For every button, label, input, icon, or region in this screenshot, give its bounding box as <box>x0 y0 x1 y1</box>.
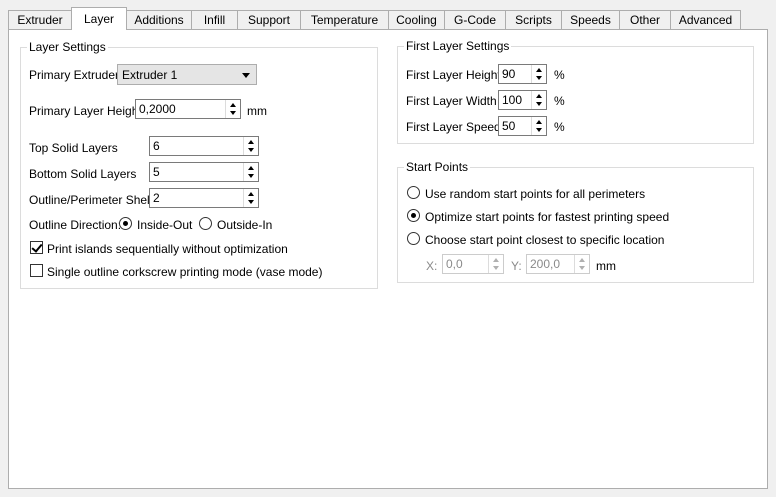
vase-mode-label[interactable]: Single outline corkscrew printing mode (… <box>47 265 322 279</box>
spin-down-icon[interactable] <box>226 109 240 118</box>
inside-out-radio[interactable] <box>119 217 132 230</box>
layer-settings-title: Layer Settings <box>27 40 108 54</box>
primary-layer-height-spinbox[interactable]: 0,2000 <box>135 99 241 119</box>
primary-extruder-select[interactable]: Extruder 1 <box>117 64 257 85</box>
spin-buttons <box>243 137 258 155</box>
spin-down-icon[interactable] <box>532 100 546 109</box>
outside-in-label[interactable]: Outside-In <box>217 218 272 232</box>
spin-up-icon[interactable] <box>532 65 546 74</box>
vase-mode-checkbox[interactable] <box>30 264 43 277</box>
first-layer-width-label: First Layer Width <box>406 94 497 108</box>
inside-out-label[interactable]: Inside-Out <box>137 218 192 232</box>
spin-buttons <box>531 91 546 109</box>
optimize-start-label[interactable]: Optimize start points for fastest printi… <box>425 210 669 224</box>
primary-extruder-label: Primary Extruder <box>29 68 120 82</box>
tab-extruder[interactable]: Extruder <box>8 10 72 29</box>
bottom-solid-layers-label: Bottom Solid Layers <box>29 167 137 181</box>
first-layer-settings-title: First Layer Settings <box>404 39 512 53</box>
spin-down-icon[interactable] <box>532 126 546 135</box>
closest-start-label[interactable]: Choose start point closest to specific l… <box>425 233 664 247</box>
spin-buttons <box>574 255 589 273</box>
spin-buttons <box>531 65 546 83</box>
spin-up-icon[interactable] <box>489 255 503 264</box>
spin-up-icon[interactable] <box>226 100 240 109</box>
tab-layer[interactable]: Layer <box>71 7 127 30</box>
coordinate-unit: mm <box>596 259 616 273</box>
top-solid-layers-label: Top Solid Layers <box>29 141 118 155</box>
first-layer-speed-unit: % <box>554 120 565 134</box>
layer-settings-group: Layer Settings Primary Extruder Extruder… <box>20 40 378 289</box>
first-layer-speed-value: 50 <box>502 119 516 133</box>
spin-down-icon[interactable] <box>575 264 589 273</box>
tab-temperature[interactable]: Temperature <box>300 10 389 29</box>
bottom-solid-layers-spinbox[interactable]: 5 <box>149 162 259 182</box>
top-solid-layers-spinbox[interactable]: 6 <box>149 136 259 156</box>
primary-extruder-value: Extruder 1 <box>122 68 178 82</box>
random-start-label[interactable]: Use random start points for all perimete… <box>425 187 645 201</box>
first-layer-width-spinbox[interactable]: 100 <box>498 90 547 110</box>
print-islands-checkbox[interactable] <box>30 241 43 254</box>
x-coordinate-value: 0,0 <box>446 257 463 271</box>
outline-direction-label: Outline Direction: <box>29 218 122 232</box>
spin-up-icon[interactable] <box>532 91 546 100</box>
tab-scripts[interactable]: Scripts <box>505 10 562 29</box>
spin-down-icon[interactable] <box>244 146 258 155</box>
spin-up-icon[interactable] <box>244 163 258 172</box>
spin-down-icon[interactable] <box>489 264 503 273</box>
start-points-title: Start Points <box>404 160 471 174</box>
y-label: Y: <box>511 259 522 273</box>
tab-cooling[interactable]: Cooling <box>388 10 445 29</box>
x-label: X: <box>426 259 438 273</box>
y-coordinate-spinbox[interactable]: 200,0 <box>526 254 590 274</box>
spin-up-icon[interactable] <box>575 255 589 264</box>
first-layer-height-unit: % <box>554 68 565 82</box>
spin-buttons <box>243 163 258 181</box>
tab-support[interactable]: Support <box>237 10 301 29</box>
bottom-solid-layers-value: 5 <box>153 165 160 179</box>
spin-buttons <box>488 255 503 273</box>
first-layer-width-unit: % <box>554 94 565 108</box>
tab-infill[interactable]: Infill <box>191 10 238 29</box>
y-coordinate-value: 200,0 <box>530 257 561 271</box>
spin-buttons <box>243 189 258 207</box>
spin-down-icon[interactable] <box>244 198 258 207</box>
tab-gcode[interactable]: G-Code <box>444 10 506 29</box>
spin-up-icon[interactable] <box>244 137 258 146</box>
spin-up-icon[interactable] <box>244 189 258 198</box>
tab-panel-layer: Layer Settings Primary Extruder Extruder… <box>8 29 768 489</box>
primary-layer-height-unit: mm <box>247 104 267 118</box>
first-layer-speed-spinbox[interactable]: 50 <box>498 116 547 136</box>
spin-down-icon[interactable] <box>244 172 258 181</box>
first-layer-settings-group: First Layer Settings First Layer Height … <box>397 39 754 144</box>
tab-advanced[interactable]: Advanced <box>670 10 741 29</box>
tab-additions[interactable]: Additions <box>126 10 192 29</box>
primary-layer-height-label: Primary Layer Height <box>29 104 142 118</box>
spin-buttons <box>531 117 546 135</box>
first-layer-height-label: First Layer Height <box>406 68 501 82</box>
x-coordinate-spinbox[interactable]: 0,0 <box>442 254 504 274</box>
chevron-down-icon <box>242 73 250 78</box>
spin-down-icon[interactable] <box>532 74 546 83</box>
first-layer-height-spinbox[interactable]: 90 <box>498 64 547 84</box>
random-start-radio[interactable] <box>407 186 420 199</box>
closest-start-radio[interactable] <box>407 232 420 245</box>
outline-shells-label: Outline/Perimeter Shells <box>29 193 159 207</box>
spin-up-icon[interactable] <box>532 117 546 126</box>
outline-shells-value: 2 <box>153 191 160 205</box>
top-solid-layers-value: 6 <box>153 139 160 153</box>
tab-speeds[interactable]: Speeds <box>561 10 620 29</box>
primary-layer-height-value: 0,2000 <box>139 102 176 116</box>
outline-shells-spinbox[interactable]: 2 <box>149 188 259 208</box>
spin-buttons <box>225 100 240 118</box>
optimize-start-radio[interactable] <box>407 209 420 222</box>
outside-in-radio[interactable] <box>199 217 212 230</box>
start-points-group: Start Points Use random start points for… <box>397 160 754 283</box>
tab-other[interactable]: Other <box>619 10 671 29</box>
first-layer-height-value: 90 <box>502 67 516 81</box>
print-islands-label[interactable]: Print islands sequentially without optim… <box>47 242 288 256</box>
first-layer-speed-label: First Layer Speed <box>406 120 501 134</box>
first-layer-width-value: 100 <box>502 93 523 107</box>
